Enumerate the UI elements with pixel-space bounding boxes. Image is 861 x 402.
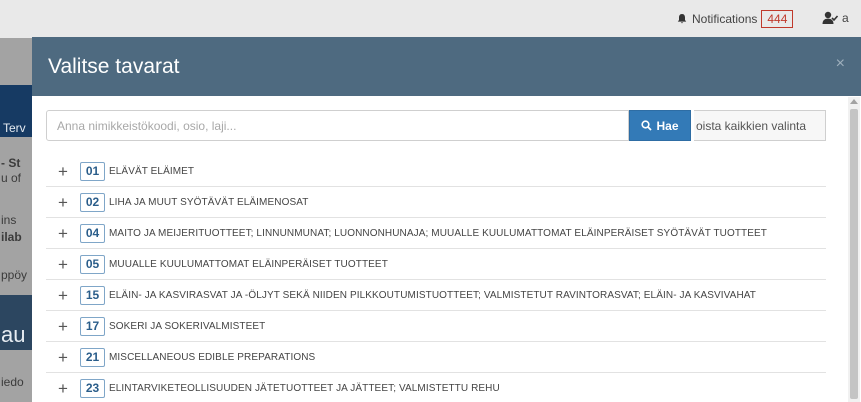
search-button[interactable]: Hae [629,110,691,141]
list-item[interactable]: + 23 ELINTARVIKETEOLLISUUDEN JÄTETUOTTEE… [46,373,826,402]
search-button-label: Hae [656,118,679,133]
chapter-name: MAITO JA MEIJERITUOTTEET; LINNUNMUNAT; L… [109,227,768,239]
modal-title: Valitse tavarat [48,55,180,78]
expand-plus-icon[interactable]: + [56,225,70,242]
search-icon [641,120,653,131]
user-check-icon [822,11,838,24]
clear-selection-label: oista kaikkien valinta [696,118,807,133]
scroll-up-arrow-icon[interactable] [850,99,858,104]
list-item[interactable]: + 04 MAITO JA MEIJERITUOTTEET; LINNUNMUN… [46,218,826,249]
list-item[interactable]: + 15 ELÄIN- JA KASVIRASVAT JA -ÖLJYT SEK… [46,280,826,311]
chapter-name: ELINTARVIKETEOLLISUUDEN JÄTETUOTTEET JA … [109,382,500,394]
background-text-fragment: - St [1,156,21,170]
expand-plus-icon[interactable]: + [56,287,70,304]
expand-plus-icon[interactable]: + [56,318,70,335]
chapter-code-badge: 23 [80,378,105,398]
notifications-button[interactable]: Notifications 444 [676,10,794,28]
modal-scrollbar[interactable] [848,97,860,402]
scrollbar-thumb[interactable] [850,109,858,399]
select-goods-modal: Valitse tavarat × Hae oista kaikkien val… [32,37,861,402]
expand-plus-icon[interactable]: + [56,349,70,366]
chapter-name: SOKERI JA SOKERIVALMISTEET [109,320,266,332]
background-text-fragment: ilab [1,230,22,244]
search-row: Hae oista kaikkien valinta [46,110,826,141]
user-name-fragment: a [842,11,849,25]
chapter-code-badge: 15 [80,285,105,305]
notifications-label: Notifications [692,12,758,26]
chapter-name: MUUALLE KUULUMATTOMAT ELÄINPERÄISET TUOT… [109,258,388,270]
list-item[interactable]: + 17 SOKERI JA SOKERIVALMISTEET [46,311,826,342]
user-menu[interactable]: a [822,11,849,25]
tariff-chapter-list: + 01 ELÄVÄT ELÄIMET + 02 LIHA JA MUUT SY… [46,156,826,402]
background-text-fragment: ins [1,213,17,227]
chapter-name: LIHA JA MUUT SYÖTÄVÄT ELÄIMENOSAT [109,196,309,208]
clear-selection-button[interactable]: oista kaikkien valinta [694,110,826,141]
background-text-fragment: iedo [1,375,24,389]
expand-plus-icon[interactable]: + [56,380,70,397]
list-item[interactable]: + 21 MISCELLANEOUS EDIBLE PREPARATIONS [46,342,826,373]
expand-plus-icon[interactable]: + [56,194,70,211]
notifications-count-badge: 444 [761,10,794,28]
background-text-fragment: u of [1,171,22,185]
background-text-fragment: ppöy [1,268,28,282]
chapter-name: MISCELLANEOUS EDIBLE PREPARATIONS [109,351,316,363]
chapter-code-badge: 05 [80,254,105,274]
chapter-code-badge: 21 [80,347,105,367]
expand-plus-icon[interactable]: + [56,256,70,273]
chapter-name: ELÄIN- JA KASVIRASVAT JA -ÖLJYT SEKÄ NII… [109,289,757,301]
chapter-code-badge: 04 [80,223,105,243]
list-item[interactable]: + 05 MUUALLE KUULUMATTOMAT ELÄINPERÄISET… [46,249,826,280]
chapter-code-badge: 01 [80,161,105,181]
list-item[interactable]: + 02 LIHA JA MUUT SYÖTÄVÄT ELÄIMENOSAT [46,187,826,218]
modal-header: Valitse tavarat × [32,37,861,96]
bell-icon [677,14,687,24]
expand-plus-icon[interactable]: + [56,163,70,180]
background-text-fragment: au [1,322,26,347]
list-item[interactable]: + 01 ELÄVÄT ELÄIMET [46,156,826,187]
background-text-fragment: Terv [3,121,26,135]
chapter-code-badge: 17 [80,316,105,336]
close-icon[interactable]: × [836,55,845,73]
search-input[interactable] [46,110,629,141]
chapter-name: ELÄVÄT ELÄIMET [109,165,195,177]
chapter-code-badge: 02 [80,192,105,212]
